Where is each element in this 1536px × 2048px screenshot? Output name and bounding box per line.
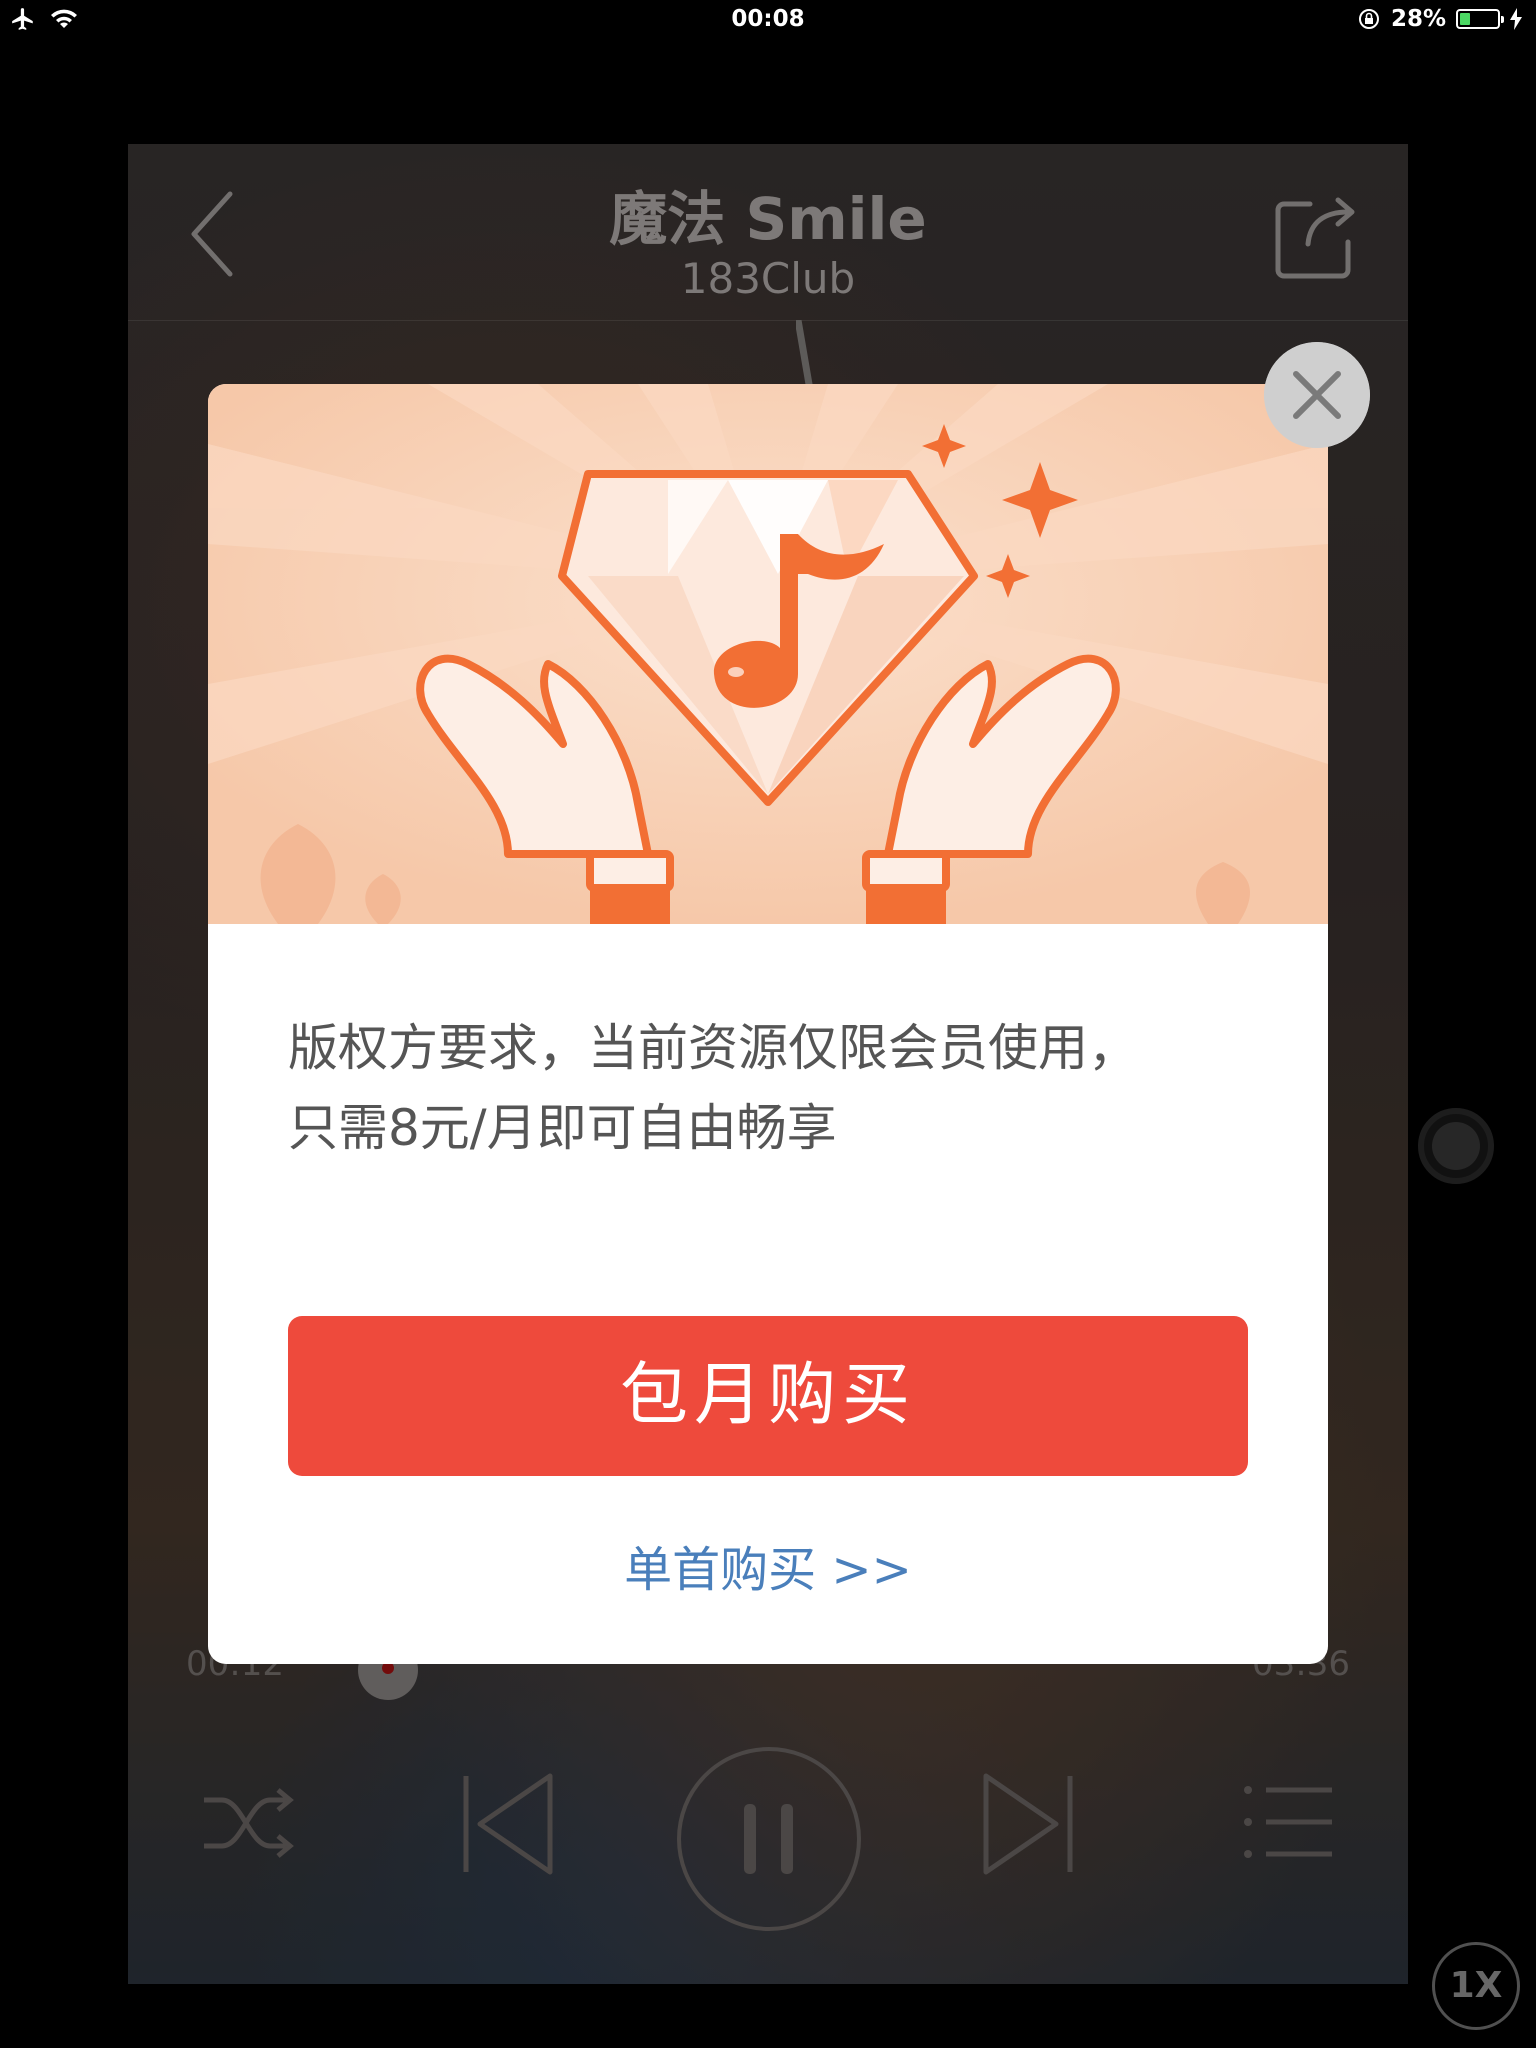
membership-banner (208, 384, 1328, 924)
membership-dialog: 版权方要求，当前资源仅限会员使用， 只需8元/月即可自由畅享 包月购买 单首购买… (208, 384, 1328, 1664)
rotation-lock-icon (1358, 9, 1379, 29)
battery-icon (1456, 9, 1504, 29)
status-right: 28% (1357, 6, 1522, 32)
message-line-2: 只需8元/月即可自由畅享 (288, 1099, 837, 1157)
monthly-subscribe-button[interactable]: 包月购买 (288, 1316, 1248, 1476)
membership-message: 版权方要求，当前资源仅限会员使用， 只需8元/月即可自由畅享 (288, 1008, 1248, 1168)
single-purchase-link[interactable]: 单首购买 >> (208, 1530, 1328, 1600)
battery-percent: 28% (1390, 6, 1446, 32)
charging-icon (1510, 8, 1522, 30)
status-time: 00:08 (731, 6, 805, 32)
message-line-1: 版权方要求，当前资源仅限会员使用， (288, 1019, 1138, 1077)
close-icon[interactable] (1264, 342, 1370, 448)
status-bar: 00:08 28% (0, 0, 1536, 40)
